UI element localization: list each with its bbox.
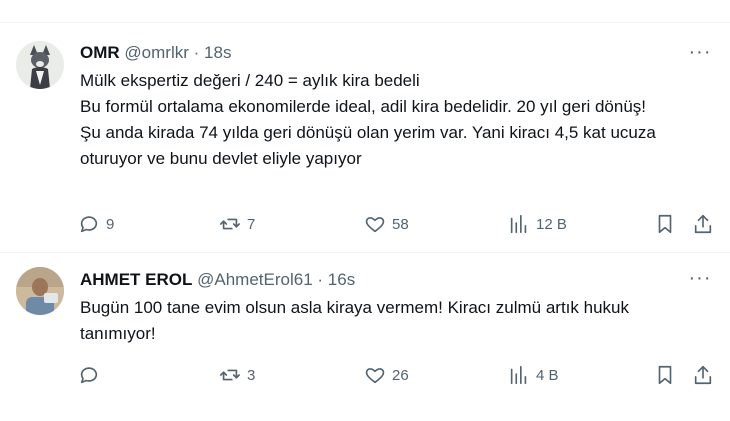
tweet-text: Bugün 100 tane evim olsun asla kiraya ve…	[80, 295, 700, 347]
author-name[interactable]: AHMET EROL	[80, 270, 192, 289]
action-bar: 9 7 58 12 B	[72, 209, 722, 239]
retweet-button[interactable]: 3	[219, 360, 255, 390]
tweet-text-line: Mülk ekspertiz değeri / 240 = aylık kira…	[80, 71, 420, 90]
views-chart-icon	[510, 365, 527, 385]
share-icon	[694, 365, 712, 385]
reply-button[interactable]	[78, 360, 106, 390]
retweet-icon	[220, 218, 240, 230]
heart-icon	[365, 217, 385, 233]
tweet-text-line: Şu anda kirada 74 yılda geri dönüşü olan…	[80, 123, 656, 168]
share-button[interactable]	[692, 209, 714, 239]
avatar-dog-image	[16, 41, 64, 89]
timestamp[interactable]: 18s	[204, 43, 231, 62]
reply-icon	[80, 367, 98, 384]
tweet[interactable]: OMR @omrlkr · 18s ··· Mülk ekspertiz değ…	[0, 23, 730, 251]
share-button[interactable]	[692, 360, 714, 390]
bookmark-icon	[658, 214, 672, 234]
bookmark-button[interactable]	[654, 209, 676, 239]
tweet[interactable]: AHMET EROL @AhmetErol61 · 16s ··· Bugün …	[0, 252, 730, 421]
retweet-icon	[220, 369, 240, 381]
views-button[interactable]: 4 B	[508, 360, 559, 390]
avatar[interactable]	[16, 41, 64, 89]
like-count: 58	[392, 215, 409, 233]
separator-dot: ·	[317, 270, 324, 289]
retweet-count: 7	[247, 215, 256, 233]
action-bar: 3 26 4 B	[72, 360, 722, 390]
like-button[interactable]: 26	[364, 360, 409, 390]
tweet-text-line: Bugün 100 tane evim olsun asla kiraya ve…	[80, 298, 629, 343]
more-dots-icon[interactable]: ···	[688, 42, 712, 65]
tweet-header: OMR @omrlkr · 18s	[80, 43, 231, 63]
views-count: 12 B	[536, 215, 567, 233]
share-icon	[694, 214, 712, 234]
tweet-header: AHMET EROL @AhmetErol61 · 16s	[80, 270, 355, 290]
like-count: 26	[392, 366, 409, 384]
author-name[interactable]: OMR	[80, 43, 120, 62]
more-dots-icon[interactable]: ···	[688, 268, 712, 291]
timestamp[interactable]: 16s	[328, 270, 355, 289]
tweet-text-line: Bu formül ortalama ekonomilerde ideal, a…	[80, 97, 647, 116]
bookmark-button[interactable]	[654, 360, 676, 390]
reply-button[interactable]: 9	[78, 209, 114, 239]
previous-tweet-edge	[0, 0, 730, 23]
avatar[interactable]	[16, 267, 64, 315]
avatar-photo-image	[16, 267, 64, 315]
retweet-button[interactable]: 7	[219, 209, 255, 239]
views-count: 4 B	[536, 366, 559, 384]
retweet-count: 3	[247, 366, 256, 384]
separator-dot: ·	[193, 43, 200, 62]
reply-icon	[80, 216, 98, 233]
views-chart-icon	[510, 214, 527, 234]
heart-icon	[365, 368, 385, 384]
author-handle[interactable]: @omrlkr	[124, 43, 188, 62]
author-handle[interactable]: @AhmetErol61	[197, 270, 313, 289]
reply-count: 9	[106, 215, 115, 233]
like-button[interactable]: 58	[364, 209, 409, 239]
tweet-text: Mülk ekspertiz değeri / 240 = aylık kira…	[80, 68, 700, 172]
bookmark-icon	[658, 365, 672, 385]
views-button[interactable]: 12 B	[508, 209, 567, 239]
